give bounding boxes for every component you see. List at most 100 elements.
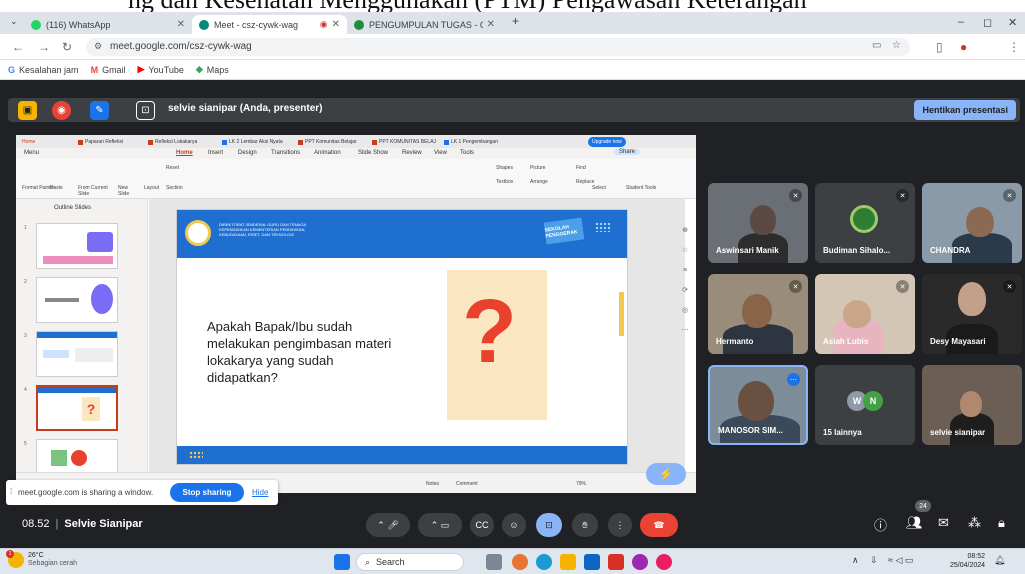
extensions-icon[interactable]: ▯: [936, 40, 943, 54]
windows-taskbar: 1 26°C Sebagian cerah ⌕ Search ∧ ⇩ ≈ ◁ ▭ 0…: [0, 548, 1025, 574]
caption-text: ng dan Kesehatan Menggunakan (PTM) Penga…: [128, 0, 807, 12]
store-icon[interactable]: [584, 554, 600, 570]
app-icon[interactable]: [632, 554, 648, 570]
chrome-icon[interactable]: [512, 554, 528, 570]
tab-tugas[interactable]: PENGUMPULAN TUGAS - Goo ✕: [347, 15, 502, 34]
site-info-icon[interactable]: ⚙: [94, 41, 102, 52]
hide-banner-link[interactable]: Hide: [252, 488, 268, 497]
weather-widget[interactable]: 1 26°C Sebagian cerah: [6, 550, 77, 568]
youtube-icon: ▶: [137, 64, 145, 74]
profile-icon[interactable]: ●: [960, 40, 967, 54]
others-tile[interactable]: W N 15 lainnya: [815, 365, 915, 445]
participant-tile[interactable]: ✕ Budiman Sihalo...: [815, 183, 915, 263]
ribbon-label: Student Tools: [626, 185, 657, 191]
edge-icon[interactable]: [536, 554, 552, 570]
tab-meet[interactable]: Meet - csz-cywk-wag ◉ ✕: [192, 15, 347, 34]
wifi-volume-battery-icon[interactable]: ≈ ◁ ▭: [888, 555, 913, 566]
participant-tile-self[interactable]: selvie sianipar: [922, 365, 1022, 445]
effects-icon[interactable]: ✎: [90, 101, 109, 120]
forward-icon[interactable]: →: [38, 40, 50, 54]
bookmark-maps[interactable]: ◆ Maps: [196, 64, 229, 75]
ribbon-label: Textbox: [496, 179, 514, 185]
captions-button[interactable]: CC: [470, 513, 494, 537]
file-explorer-icon[interactable]: [486, 554, 502, 570]
camera-button[interactable]: ⌃ ▭: [418, 513, 462, 537]
clock-date: 25/04/2024: [950, 562, 986, 569]
shared-screen: Home Paparan Refleksi Refleksi Lokakarya…: [16, 135, 696, 493]
close-icon[interactable]: ✕: [487, 19, 495, 30]
drag-handle-icon[interactable]: ⁞: [10, 487, 12, 496]
participant-tile[interactable]: ✕ CHANDRA: [922, 183, 1022, 263]
new-tab-button[interactable]: +: [512, 14, 519, 28]
stop-sharing-button[interactable]: Stop sharing: [170, 483, 244, 502]
search-icon: ⌕: [365, 556, 371, 567]
bookmark-label: Maps: [206, 64, 229, 75]
record-icon[interactable]: ◉: [52, 101, 71, 120]
url-input[interactable]: ⚙ meet.google.com/csz-cywk-wag ▭ ☆: [86, 38, 910, 56]
activities-icon[interactable]: ⁂: [968, 515, 981, 531]
gmail-icon: M: [90, 64, 99, 75]
participant-tile[interactable]: ✕ Desy Mayasari: [922, 274, 1022, 354]
network-icon[interactable]: ⇩: [870, 555, 878, 566]
participant-tile[interactable]: ✕ Asiah Lubis: [815, 274, 915, 354]
ribbon-label: Paste: [50, 185, 63, 191]
close-icon[interactable]: ✕: [332, 19, 340, 30]
cast-icon[interactable]: ▭: [872, 40, 881, 51]
bookmark-youtube[interactable]: ▶ YouTube: [138, 64, 184, 75]
start-icon[interactable]: [334, 554, 350, 570]
leave-call-button[interactable]: ☎: [640, 513, 678, 537]
participant-tile[interactable]: ✕ Hermanto: [708, 274, 808, 354]
bookmark-star-icon[interactable]: ☆: [892, 40, 901, 51]
ppt-menu-item: Slide Show: [358, 150, 389, 156]
mail-icon[interactable]: [608, 554, 624, 570]
ppt-menu-item: Insert: [208, 150, 224, 156]
bookmark-gmail[interactable]: M Gmail: [91, 65, 126, 75]
slide-thumbnail: [36, 277, 118, 323]
participant-name: CHANDRA: [930, 246, 971, 255]
weather-icon: 1: [6, 550, 24, 568]
present-button[interactable]: ⊡: [536, 513, 562, 537]
folder-icon[interactable]: [560, 554, 576, 570]
avatar: N: [863, 391, 883, 411]
whiteboard-icon[interactable]: ▣: [18, 101, 37, 120]
tab-whatsapp[interactable]: (116) WhatsApp ✕: [24, 15, 192, 34]
meet-control-bar: 08.52 | Selvie Sianipar ⌃ 🎤︎ ⌃ ▭ CC ☺ ⊡ ✋︎…: [0, 500, 1025, 548]
more-options-button[interactable]: ⋮: [608, 513, 632, 537]
app-icon[interactable]: [656, 554, 672, 570]
close-icon[interactable]: ✕: [177, 19, 185, 30]
participant-tile-speaking[interactable]: ⋯ MANOSOR SIM...: [708, 365, 808, 445]
maximize-button[interactable]: ◻: [983, 16, 992, 29]
close-window-button[interactable]: ✕: [1008, 16, 1017, 29]
raise-hand-button[interactable]: ✋︎: [572, 513, 598, 537]
ribbon-label: From Current Slide: [78, 185, 108, 197]
reload-icon[interactable]: ↻: [62, 40, 72, 54]
participant-tile[interactable]: ✕ Aswinsari Manik: [708, 183, 808, 263]
notification-icon[interactable]: 🔔︎: [994, 555, 1005, 566]
more-options-icon[interactable]: ⋯: [787, 373, 800, 386]
tray-chevron-icon[interactable]: ∧: [852, 555, 859, 566]
slide-question: Apakah Bapak/Ibu sudah melakukan pengimb…: [207, 319, 392, 385]
quick-actions-button[interactable]: ⚡: [646, 463, 686, 485]
bookmark-kesalahan-jam[interactable]: G Kesalahan jam: [8, 65, 79, 75]
ppt-menu-item: Transitions: [271, 150, 301, 156]
emoji-button[interactable]: ☺: [502, 513, 526, 537]
participant-name: MANOSOR SIM...: [718, 426, 783, 435]
host-controls-icon[interactable]: 🔒︎: [998, 515, 1005, 531]
people-icon[interactable]: 👥︎: [906, 515, 923, 531]
minimize-button[interactable]: –: [958, 16, 964, 28]
slide-thumbnail-pane: Outline Slides 1 2 3 4 ? 5: [16, 199, 148, 472]
back-icon[interactable]: ←: [12, 40, 24, 54]
whatsapp-icon: [31, 19, 41, 30]
taskbar-search[interactable]: ⌕ Search: [356, 553, 464, 571]
stop-presenting-button[interactable]: Hentikan presentasi: [914, 100, 1016, 120]
system-clock[interactable]: 08:52 25/04/2024: [950, 552, 985, 570]
mic-button[interactable]: ⌃ 🎤︎: [366, 513, 410, 537]
menu-icon[interactable]: ⋮: [1008, 40, 1020, 54]
info-icon[interactable]: ⓘ: [874, 515, 887, 534]
present-icon: ⊡: [136, 101, 155, 120]
sekolah-penggerak-badge: SEKOLAH PENGGERAK: [543, 217, 585, 245]
chat-icon[interactable]: ✉: [938, 515, 949, 531]
ppt-share-button: Share: [614, 149, 641, 155]
mic-off-icon: ✕: [1003, 280, 1016, 293]
tab-search-icon[interactable]: ⌄: [10, 16, 18, 27]
